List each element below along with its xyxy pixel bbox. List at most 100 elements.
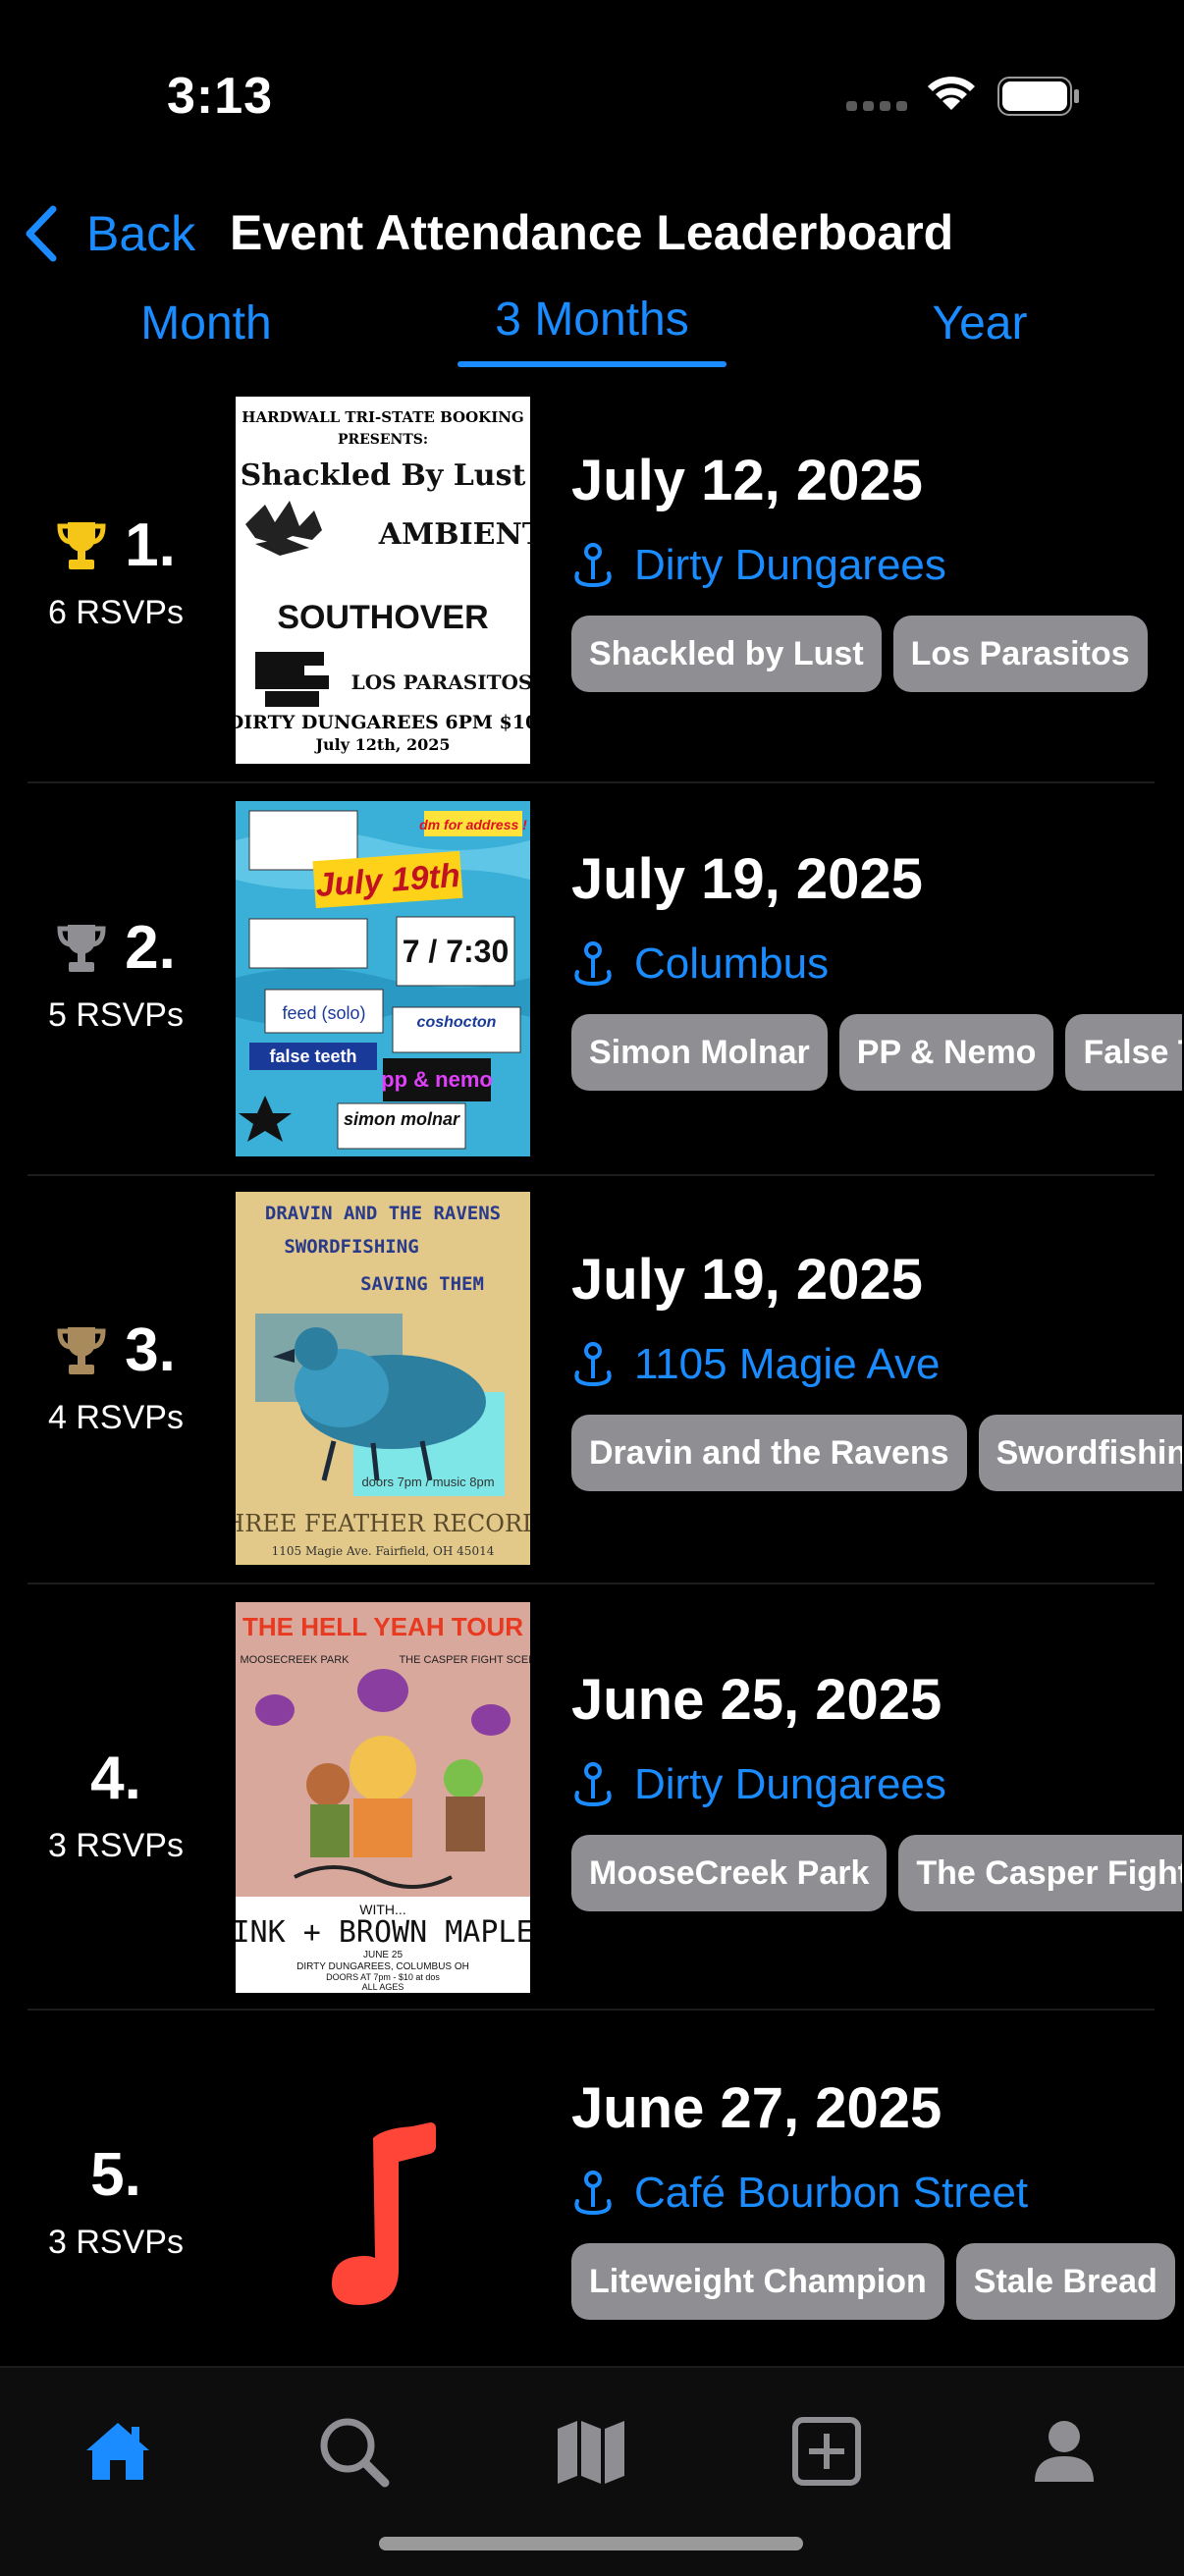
tab-create[interactable] [778,2407,876,2496]
artist-chip[interactable]: Liteweight Champion [571,2243,944,2320]
event-poster[interactable]: dm for address ! July 19th 7 / 7:30 feed… [236,801,530,1156]
row-divider [27,781,1155,783]
location-pin-icon [574,941,612,987]
poster-line-3: SAVING THEM [360,1273,484,1295]
venue-name: Dirty Dungarees [634,541,946,589]
event-poster-art: dm for address ! July 19th 7 / 7:30 feed… [236,801,530,1156]
event-info: July 19, 2025 1105 Magie Ave Dravin and … [571,1247,1182,1491]
location-pin-icon [574,1762,612,1807]
event-date: July 19, 2025 [571,847,923,911]
artist-chip[interactable]: Dravin and the Ravens [571,1415,967,1491]
rank-block: 3. 4 RSVPs [27,1315,204,1437]
back-button[interactable]: Back [24,202,195,265]
gold-trophy-icon [57,521,106,569]
leaderboard-row-3[interactable]: 3. 4 RSVPs DRAVIN AND THE RAVENS SWORDFI… [27,1190,1182,1573]
artist-chip[interactable]: Swordfishing [978,1415,1182,1491]
poster-simon: simon molnar [344,1109,460,1129]
rank-block: 4. 3 RSVPs [27,1744,204,1865]
search-icon [320,2418,390,2488]
artist-chips: MooseCreek Park The Casper Fight Scene [571,1835,1182,1911]
poster-doors: doors 7pm / music 8pm [361,1475,494,1489]
poster-support: INK + BROWN MAPLE [236,1915,530,1950]
event-info: June 25, 2025 Dirty Dungarees MooseCreek… [571,1667,1182,1911]
artist-chip[interactable]: Los Parasitos [892,616,1148,692]
artist-chip[interactable]: False Teeth [1065,1014,1182,1091]
poster-date: JUNE 25 [363,1950,403,1960]
tab-home[interactable] [69,2407,167,2496]
bronze-trophy-icon [57,1326,106,1374]
artist-chips: Shackled by Lust Los Parasitos [571,616,1182,692]
poster-line-1: DRAVIN AND THE RAVENS [265,1203,501,1224]
map-icon [558,2421,624,2484]
event-date: June 27, 2025 [571,2076,942,2140]
leaderboard-row-1[interactable]: 1. 6 RSVPs HARDWALL TRI-STATE BOOKING PR… [27,393,1155,766]
tab-month[interactable]: Month [108,296,304,350]
event-poster[interactable]: HARDWALL TRI-STATE BOOKING PRESENTS: Sha… [236,397,530,764]
artist-chip[interactable]: Stale Bread [955,2243,1175,2320]
poster-footer: DIRTY DUNGAREES 6PM $10 [236,712,530,733]
page-title: Event Attendance Leaderboard [230,205,954,260]
chevron-left-icon [26,205,57,262]
poster-title: THE HELL YEAH TOUR [242,1612,523,1641]
poster-coshocton: coshocton [417,1014,497,1031]
profile-icon [1035,2421,1094,2482]
home-indicator [379,2537,803,2550]
poster-band-2: AMBIENT [378,517,530,552]
venue-name: 1105 Magie Ave [634,1340,941,1388]
poster-header: HARDWALL TRI-STATE BOOKING [242,408,523,426]
poster-line-2: SWORDFISHING [284,1236,418,1258]
event-poster[interactable]: THE HELL YEAH TOUR MOOSECREEK PARK THE C… [236,1602,530,1993]
tab-map[interactable] [542,2407,640,2496]
leaderboard-row-5[interactable]: 5. 3 RSVPs June 27, 2025 Café Bourbon St… [27,2024,1175,2358]
selected-tab-indicator [457,361,727,367]
rank-block: 2. 5 RSVPs [27,913,204,1035]
row-divider [27,1174,1155,1176]
poster-band-3: SOUTHOVER [277,599,488,636]
location-pin-icon [574,543,612,588]
artist-chip[interactable]: Shackled by Lust [571,616,882,692]
poster-time: 7 / 7:30 [403,934,510,969]
rank-number: 5. [90,2141,141,2209]
rank-block: 5. 3 RSVPs [27,2140,204,2262]
poster-headliner: Shackled By Lust [241,458,526,493]
artist-chip[interactable]: PP & Nemo [838,1014,1054,1091]
venue-link[interactable]: Café Bourbon Street [571,2169,1182,2218]
poster-doors: DOORS AT 7pm - $10 at dos [326,1972,440,1982]
poster-ppnemo: pp & nemo [381,1067,493,1092]
tab-year[interactable]: Year [882,296,1078,350]
leaderboard-row-4[interactable]: 4. 3 RSVPs THE HELL YEAH TOUR MOOSECREEK… [27,1598,1182,2001]
venue-name: Café Bourbon Street [634,2169,1029,2217]
cellular-signal-icon [846,101,907,111]
poster-band-4: LOS PARASITOS [351,671,530,694]
artist-chip[interactable]: The Casper Fight Scene [898,1835,1182,1911]
location-pin-icon [574,2171,612,2216]
poster-presents: PRESENTS: [338,432,428,448]
event-info: July 12, 2025 Dirty Dungarees Shackled b… [571,448,1182,692]
poster-footer-date: July 12th, 2025 [313,735,450,754]
status-bar: 3:13 [0,0,1184,196]
status-time: 3:13 [167,68,274,125]
poster-band-left: MOOSECREEK PARK [240,1654,350,1666]
poster-address: 1105 Magie Ave. Fairfield, OH 45014 [272,1544,495,1558]
venue-name: Dirty Dungarees [634,1760,946,1808]
tab-profile[interactable] [1015,2407,1113,2496]
artist-chip[interactable]: Simon Molnar [571,1014,828,1091]
tab-search[interactable] [304,2407,403,2496]
home-icon [86,2423,149,2480]
rank-number: 1. [125,511,176,579]
venue-link[interactable]: Dirty Dungarees [571,1760,1182,1809]
venue-link[interactable]: Columbus [571,939,1182,989]
rank-block: 1. 6 RSVPs [27,510,204,632]
poster-dm-note: dm for address ! [419,817,527,832]
tab-3-months[interactable]: 3 Months [457,293,727,347]
venue-link[interactable]: 1105 Magie Ave [571,1340,1182,1389]
artist-chips: Simon Molnar PP & Nemo False Teeth [571,1014,1182,1091]
location-pin-icon [574,1342,612,1387]
poster-venue-line: DIRTY DUNGAREES, COLUMBUS OH [296,1961,469,1972]
artist-chip[interactable]: MooseCreek Park [571,1835,888,1911]
battery-icon [997,77,1079,116]
event-poster-placeholder[interactable] [236,2113,530,2309]
leaderboard-row-2[interactable]: 2. 5 RSVPs dm for address ! July 19th 7 … [27,797,1182,1160]
venue-link[interactable]: Dirty Dungarees [571,541,1182,590]
event-poster[interactable]: DRAVIN AND THE RAVENS SWORDFISHING SAVIN… [236,1192,530,1565]
